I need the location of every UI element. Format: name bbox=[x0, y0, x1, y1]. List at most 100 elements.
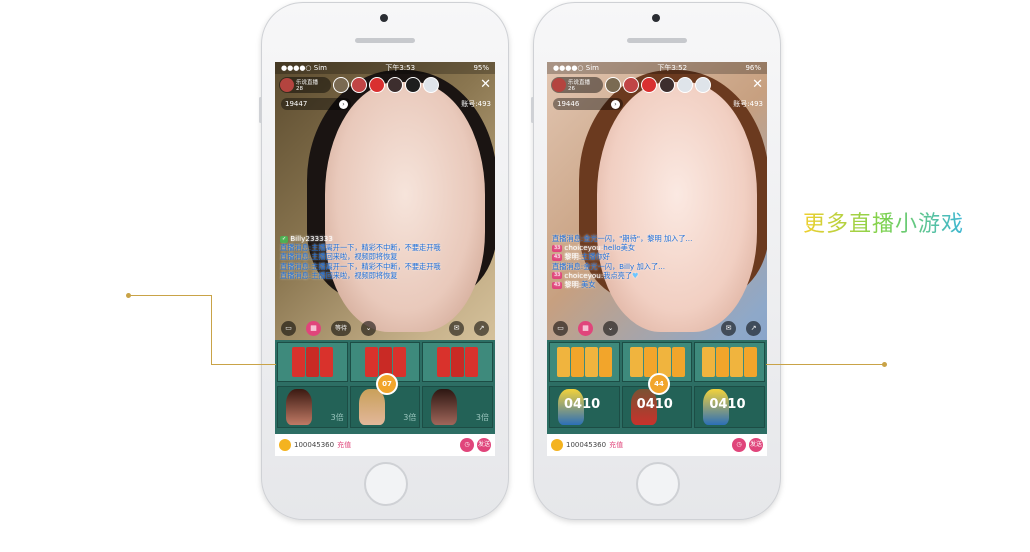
time-text: 下午3:52 bbox=[657, 64, 688, 72]
share-icon[interactable]: ↗ bbox=[474, 320, 489, 336]
playing-card bbox=[744, 347, 758, 377]
earpiece-speaker bbox=[355, 38, 415, 43]
coin-icon bbox=[551, 439, 563, 451]
send-button[interactable]: 发送 bbox=[477, 438, 491, 452]
playing-card bbox=[716, 347, 730, 377]
bet-number: 0410 bbox=[564, 397, 601, 412]
bet-slot[interactable]: 3倍 bbox=[422, 386, 494, 428]
playing-card bbox=[598, 347, 612, 377]
front-camera bbox=[652, 14, 660, 22]
game-icon[interactable]: ▦ bbox=[306, 320, 321, 336]
viewer-avatar[interactable] bbox=[641, 77, 657, 93]
battery-text: 95% bbox=[473, 64, 489, 72]
chat-message: 43 黎明:美女 bbox=[552, 280, 596, 290]
viewer-avatar[interactable] bbox=[623, 77, 639, 93]
account-id: 账号:493 bbox=[733, 100, 763, 108]
playing-card bbox=[643, 347, 657, 377]
volume-button bbox=[531, 97, 534, 123]
viewer-avatar[interactable] bbox=[369, 77, 385, 93]
callout-dot bbox=[882, 362, 887, 367]
coin-value: 19446 bbox=[557, 100, 580, 108]
playing-card bbox=[392, 347, 406, 377]
host-count: 26 bbox=[568, 86, 575, 92]
viewer-avatar[interactable] bbox=[605, 77, 621, 93]
tool-bar: ▭ ▦ ⌄ ✉ ↗ bbox=[547, 320, 767, 336]
viewer-avatar[interactable] bbox=[423, 77, 439, 93]
playing-card bbox=[671, 347, 685, 377]
timer-icon[interactable]: ◷ bbox=[460, 438, 474, 452]
level-badge: ✓ bbox=[280, 235, 289, 243]
chevron-right-icon: › bbox=[339, 99, 348, 109]
viewer-avatar[interactable] bbox=[387, 77, 403, 93]
coin-counter[interactable]: 19446 › bbox=[553, 98, 623, 110]
multiplier-text: 3倍 bbox=[330, 413, 344, 422]
close-icon[interactable]: ✕ bbox=[752, 78, 763, 92]
bet-number: 0410 bbox=[636, 397, 673, 412]
bet-slot[interactable]: 3倍 bbox=[277, 386, 348, 428]
chevron-double-down-icon[interactable]: ⌄ bbox=[603, 320, 618, 336]
viewer-avatar[interactable] bbox=[351, 77, 367, 93]
chat-message: 直播消息:金光一闪，"期待"，黎明 加入了... bbox=[552, 234, 693, 243]
message-icon[interactable]: ✉ bbox=[449, 320, 464, 336]
share-icon[interactable]: ↗ bbox=[746, 320, 761, 336]
host-avatar bbox=[552, 78, 566, 92]
multiplier-text: 3倍 bbox=[475, 413, 490, 422]
carrier-text: ●●●●○ Sim bbox=[281, 64, 327, 72]
bottom-bar: 100045360 充值 ◷ 发送 bbox=[547, 434, 767, 456]
host-avatar bbox=[280, 78, 294, 92]
playing-card bbox=[556, 347, 570, 377]
home-button[interactable] bbox=[364, 462, 408, 506]
chat-message: 直播消息:主播回来啦，视频即将恢复 bbox=[280, 252, 398, 262]
viewer-avatar[interactable] bbox=[405, 77, 421, 93]
viewer-avatar[interactable] bbox=[677, 77, 693, 93]
playing-card bbox=[465, 347, 479, 377]
chat-icon[interactable]: ▭ bbox=[281, 320, 296, 336]
coin-counter[interactable]: 19447 › bbox=[281, 98, 351, 110]
chat-icon[interactable]: ▭ bbox=[553, 320, 568, 336]
playing-card bbox=[570, 347, 584, 377]
timer-icon[interactable]: ◷ bbox=[732, 438, 746, 452]
message-icon[interactable]: ✉ bbox=[721, 320, 736, 336]
coin-icon bbox=[279, 439, 291, 451]
host-name: 乐说直播 bbox=[296, 80, 319, 86]
close-icon[interactable]: ✕ bbox=[480, 78, 491, 92]
card-game-panel: 07 3倍 3倍 3倍 bbox=[275, 340, 495, 434]
recharge-link[interactable]: 充值 bbox=[609, 440, 623, 450]
streamer-face bbox=[325, 82, 485, 332]
chat-message: 直播消息:主播离开一下，精彩不中断，不要走开哦 bbox=[280, 261, 441, 271]
bet-slot[interactable]: 0410 bbox=[549, 386, 620, 428]
bull-game-panel: 44 0410 0410 0410 bbox=[547, 340, 767, 434]
promo-heading: 更多直播小游戏 bbox=[803, 206, 964, 238]
balance-text: 100045360 bbox=[294, 441, 335, 449]
home-button[interactable] bbox=[636, 462, 680, 506]
character-avatar bbox=[286, 389, 312, 425]
level-badge: 33 bbox=[552, 244, 563, 252]
host-info[interactable]: 乐说直播 26 bbox=[551, 77, 603, 93]
wait-button[interactable]: 等待 bbox=[331, 320, 352, 336]
callout-line bbox=[129, 295, 212, 296]
chat-message: ✓ Billy233333 bbox=[280, 234, 333, 243]
recharge-link[interactable]: 充值 bbox=[337, 440, 351, 450]
battery-text: 96% bbox=[745, 64, 761, 72]
chat-message: 直播消息:金光一闪，Billy 加入了... bbox=[552, 261, 666, 271]
viewer-avatar[interactable] bbox=[333, 77, 349, 93]
card-slot[interactable] bbox=[422, 342, 494, 382]
playing-card bbox=[291, 347, 305, 377]
viewer-avatar[interactable] bbox=[659, 77, 675, 93]
game-icon[interactable]: ▦ bbox=[578, 320, 593, 336]
status-bar: ●●●●○ Sim 下午3:52 96% bbox=[547, 62, 767, 74]
playing-card bbox=[629, 347, 643, 377]
top-bar: 乐说直播 26 ✕ bbox=[551, 76, 763, 94]
viewer-avatar[interactable] bbox=[695, 77, 711, 93]
multiplier-text: 3倍 bbox=[403, 413, 417, 422]
time-text: 下午3:53 bbox=[385, 64, 416, 72]
card-slot[interactable] bbox=[694, 342, 766, 382]
card-slot[interactable] bbox=[549, 342, 620, 382]
callout-line bbox=[766, 364, 884, 365]
send-button[interactable]: 发送 bbox=[749, 438, 763, 452]
chevron-double-down-icon[interactable]: ⌄ bbox=[361, 320, 377, 336]
bet-slot[interactable]: 0410 bbox=[694, 386, 766, 428]
playing-card bbox=[451, 347, 465, 377]
host-info[interactable]: 乐说直播 28 bbox=[279, 77, 331, 93]
card-slot[interactable] bbox=[277, 342, 348, 382]
